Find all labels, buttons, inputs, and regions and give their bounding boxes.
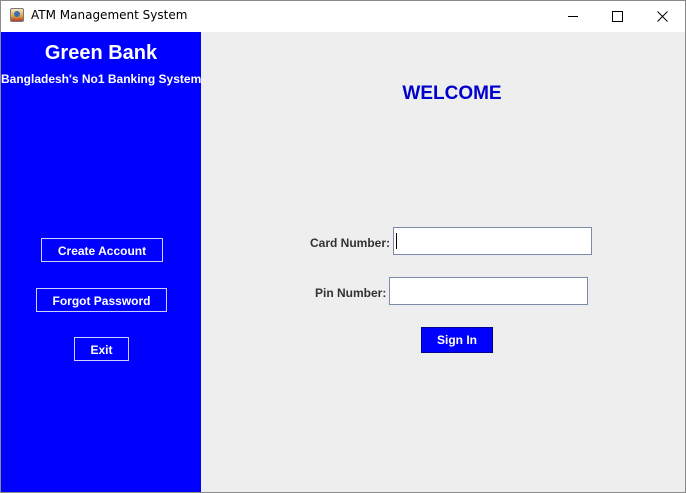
login-panel: WELCOME Card Number: Pin Number: Sign In xyxy=(201,32,685,492)
minimize-icon xyxy=(568,16,578,17)
card-number-label: Card Number: xyxy=(310,236,391,250)
card-number-input[interactable] xyxy=(393,227,592,255)
exit-button[interactable]: Exit xyxy=(74,337,129,361)
text-caret xyxy=(396,233,397,249)
bank-tagline: Bangladesh's No1 Banking System xyxy=(1,72,202,86)
maximize-button[interactable] xyxy=(594,1,640,31)
welcome-heading: WELCOME xyxy=(402,83,502,104)
pin-number-label: Pin Number: xyxy=(315,286,387,300)
minimize-button[interactable] xyxy=(550,1,596,31)
maximize-icon xyxy=(612,11,623,22)
forgot-password-button[interactable]: Forgot Password xyxy=(36,288,167,312)
create-account-button[interactable]: Create Account xyxy=(41,238,163,262)
sidebar-panel: Green Bank Bangladesh's No1 Banking Syst… xyxy=(1,32,201,492)
close-button[interactable] xyxy=(639,1,685,31)
sign-in-button[interactable]: Sign In xyxy=(421,327,493,353)
title-bar[interactable]: ATM Management System xyxy=(1,1,685,31)
pin-number-input[interactable] xyxy=(389,277,588,305)
bank-name: Green Bank xyxy=(44,42,158,64)
app-window: ATM Management System Green Bank Banglad… xyxy=(0,0,686,493)
window-title: ATM Management System xyxy=(31,8,188,22)
java-app-icon xyxy=(10,8,24,22)
close-icon xyxy=(657,11,668,22)
